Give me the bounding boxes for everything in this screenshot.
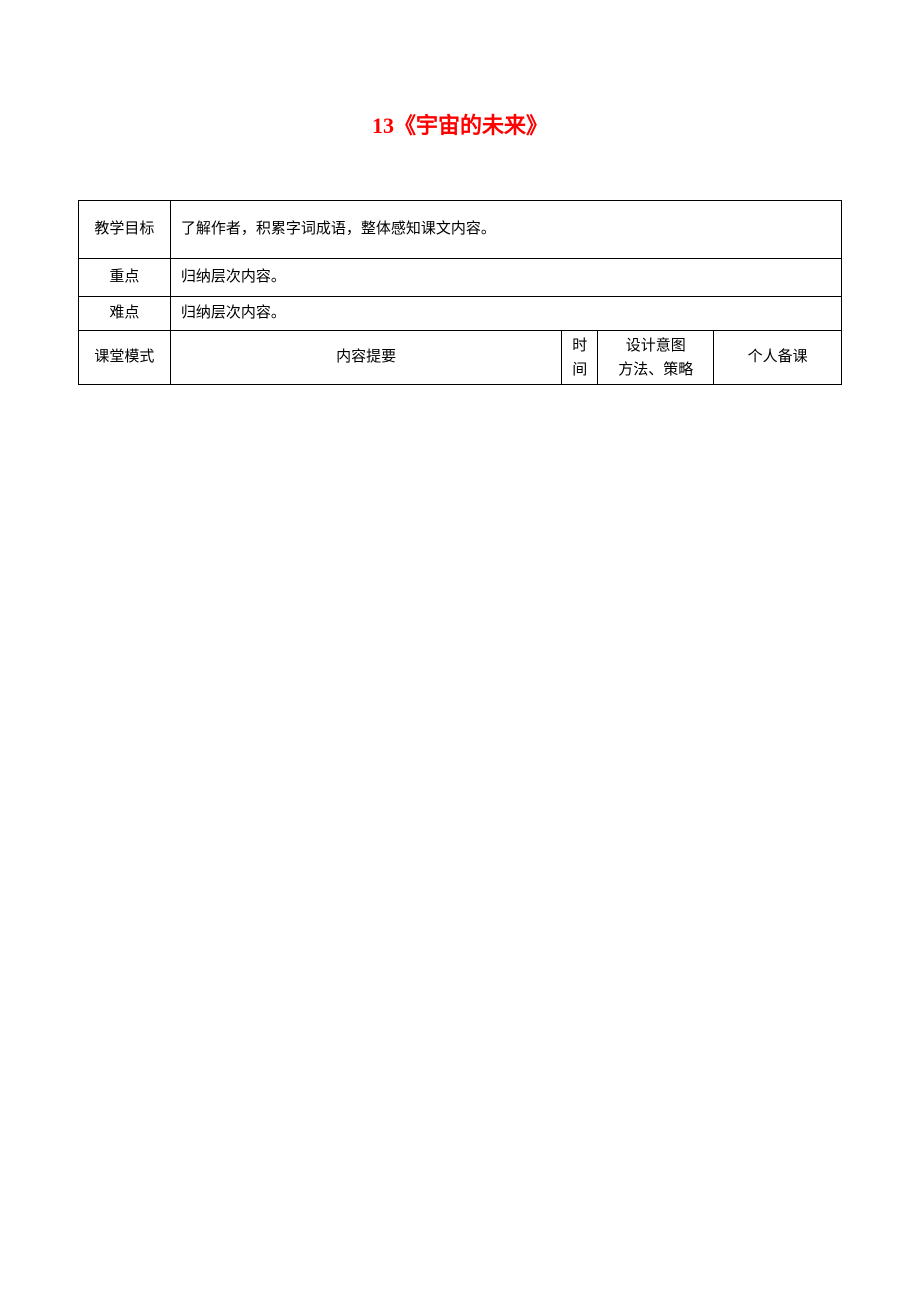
- header-time-line1: 时: [572, 338, 587, 354]
- row-difficulty: 难点 归纳层次内容。: [79, 297, 842, 331]
- row-focus: 重点 归纳层次内容。: [79, 259, 842, 297]
- header-design-intent: 设计意图 方法、策略: [598, 331, 714, 385]
- row-teaching-objective: 教学目标 了解作者，积累字词成语，整体感知课文内容。: [79, 201, 842, 259]
- label-teaching-objective: 教学目标: [79, 201, 171, 259]
- value-difficulty: 归纳层次内容。: [170, 297, 841, 331]
- value-teaching-objective: 了解作者，积累字词成语，整体感知课文内容。: [170, 201, 841, 259]
- label-difficulty: 难点: [79, 297, 171, 331]
- label-focus: 重点: [79, 259, 171, 297]
- header-content-summary: 内容提要: [170, 331, 561, 385]
- lesson-plan-table: 教学目标 了解作者，积累字词成语，整体感知课文内容。 重点 归纳层次内容。 难点…: [78, 200, 842, 385]
- header-design-intent-line1: 设计意图: [626, 338, 686, 354]
- header-personal-notes: 个人备课: [714, 331, 842, 385]
- header-class-mode: 课堂模式: [79, 331, 171, 385]
- header-time: 时 间: [562, 331, 598, 385]
- row-column-headers: 课堂模式 内容提要 时 间 设计意图 方法、策略 个人备课: [79, 331, 842, 385]
- value-focus: 归纳层次内容。: [170, 259, 841, 297]
- header-design-intent-line2: 方法、策略: [618, 362, 693, 378]
- page-title: 13《宇宙的未来》: [0, 108, 920, 140]
- header-time-line2: 间: [572, 362, 587, 378]
- lesson-plan-table-wrapper: 教学目标 了解作者，积累字词成语，整体感知课文内容。 重点 归纳层次内容。 难点…: [78, 200, 842, 385]
